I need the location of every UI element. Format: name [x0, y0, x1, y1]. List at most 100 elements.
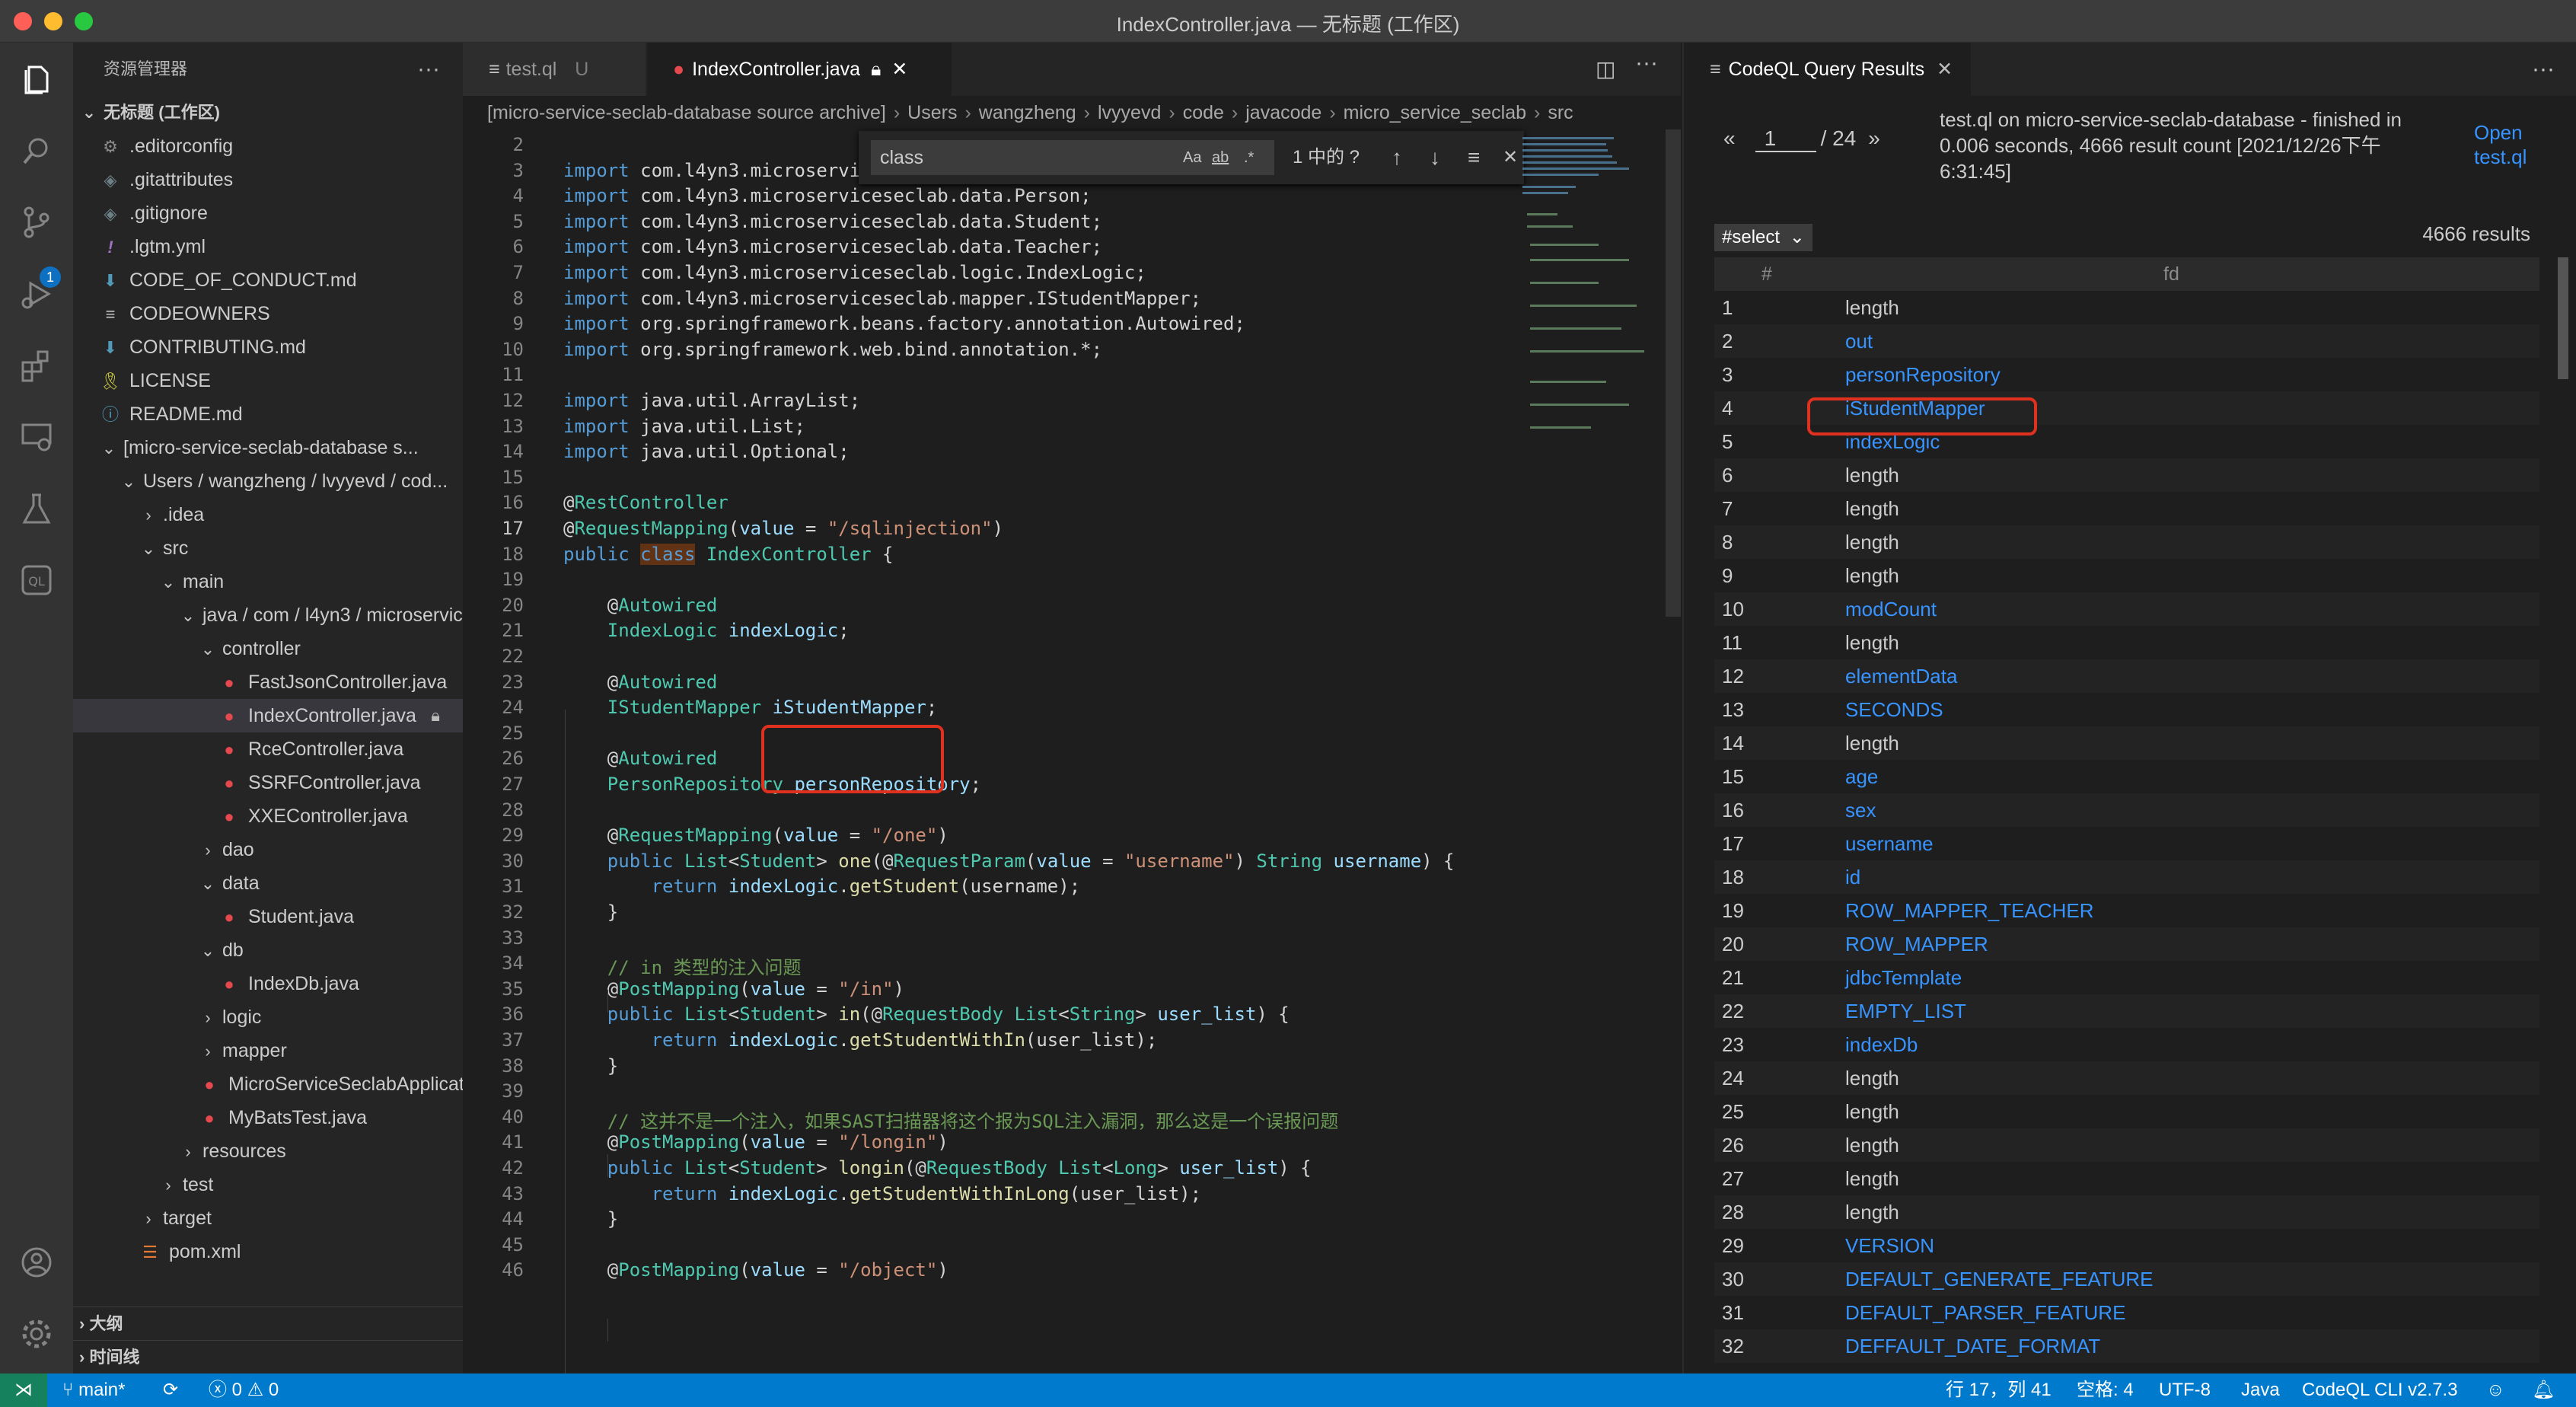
- search-icon[interactable]: [18, 132, 55, 169]
- breadcrumb-segment[interactable]: wangzheng: [979, 102, 1076, 123]
- workspace-root[interactable]: ⌄ 无标题 (工作区): [73, 96, 463, 129]
- remote-explorer-icon[interactable]: [18, 419, 55, 455]
- result-link[interactable]: EMPTY_LIST: [1845, 994, 1966, 1028]
- testing-icon[interactable]: [18, 490, 55, 527]
- tab-indexcontroller-java[interactable]: ● IndexController.java 🔒︎ ✕: [647, 43, 952, 96]
- codeql-icon[interactable]: QL: [18, 562, 55, 598]
- result-link[interactable]: indexDb: [1845, 1028, 1918, 1061]
- breadcrumb-segment[interactable]: Users: [907, 102, 957, 123]
- breadcrumb-segment[interactable]: lvyyevd: [1098, 102, 1161, 123]
- tree-folder[interactable]: ⌄ data: [73, 866, 463, 900]
- tree-file[interactable]: ● FastJsonController.java: [73, 665, 463, 699]
- previous-page-icon[interactable]: «: [1723, 126, 1736, 150]
- result-link[interactable]: id: [1845, 860, 1860, 894]
- tree-file[interactable]: ☰ pom.xml: [73, 1235, 463, 1268]
- indentation[interactable]: 空格: 4: [2077, 1374, 2134, 1407]
- next-page-icon[interactable]: »: [1868, 126, 1880, 150]
- page-input[interactable]: 1: [1755, 126, 1816, 152]
- breadcrumb-segment[interactable]: code: [1183, 102, 1224, 123]
- tree-folder[interactable]: ⌄ java / com / l4yn3 / microservic...: [73, 598, 463, 632]
- result-set-select[interactable]: #select ⌄: [1714, 224, 1812, 251]
- tree-folder[interactable]: › logic: [73, 1000, 463, 1034]
- result-link[interactable]: DEFAULT_GENERATE_FEATURE: [1845, 1262, 2154, 1296]
- tree-folder[interactable]: ⌄ Users / wangzheng / lvyyevd / cod...: [73, 464, 463, 498]
- result-link[interactable]: DEFAULT_PARSER_FEATURE: [1845, 1296, 2125, 1329]
- encoding[interactable]: UTF-8: [2159, 1374, 2211, 1407]
- tree-file[interactable]: ◈ .gitattributes: [73, 163, 463, 196]
- codeql-cli-version[interactable]: CodeQL CLI v2.7.3: [2302, 1374, 2458, 1407]
- tree-file[interactable]: ● Student.java: [73, 900, 463, 933]
- result-link[interactable]: jdbcTemplate: [1845, 961, 1962, 994]
- result-link[interactable]: elementData: [1845, 659, 1957, 693]
- outline-section[interactable]: › 大纲: [73, 1306, 463, 1340]
- tree-file[interactable]: ⚙ .editorconfig: [73, 129, 463, 163]
- results-scrollbar[interactable]: [2558, 257, 2568, 379]
- result-link[interactable]: age: [1845, 760, 1878, 793]
- accounts-icon[interactable]: [18, 1244, 55, 1281]
- tree-file[interactable]: ◈ .gitignore: [73, 196, 463, 230]
- source-control-icon[interactable]: [18, 204, 55, 241]
- tree-folder[interactable]: › test: [73, 1168, 463, 1201]
- close-tab-icon[interactable]: ✕: [891, 59, 907, 80]
- tree-file[interactable]: ≡ CODEOWNERS: [73, 297, 463, 330]
- open-query-link[interactable]: Open test.ql: [2474, 120, 2558, 169]
- tree-file[interactable]: ● XXEController.java: [73, 799, 463, 833]
- result-link[interactable]: DEFFAULT_DATE_FORMAT: [1845, 1329, 2100, 1363]
- branch-indicator[interactable]: ⑂ main*: [62, 1374, 125, 1407]
- tree-folder[interactable]: › .idea: [73, 498, 463, 531]
- editor-scrollbar[interactable]: [1666, 129, 1681, 617]
- match-case-icon[interactable]: Aa: [1183, 140, 1201, 175]
- problems-indicator[interactable]: ⓧ 0 ⚠ 0: [209, 1374, 279, 1407]
- result-link[interactable]: VERSION: [1845, 1229, 1934, 1262]
- find-in-selection-icon[interactable]: ≡: [1468, 140, 1480, 175]
- next-match-icon[interactable]: ↓: [1430, 140, 1440, 175]
- remote-indicator-icon[interactable]: ⋊: [0, 1374, 47, 1407]
- split-editor-icon[interactable]: ◫: [1596, 56, 1615, 81]
- breadcrumb-segment[interactable]: micro_service_seclab: [1344, 102, 1526, 123]
- feedback-icon[interactable]: ☺: [2486, 1374, 2505, 1407]
- result-link[interactable]: sex: [1845, 793, 1876, 827]
- result-link[interactable]: personRepository: [1845, 358, 2001, 391]
- tree-file[interactable]: ● MyBatsTest.java: [73, 1101, 463, 1134]
- breadcrumb-segment[interactable]: src: [1548, 102, 1573, 123]
- result-link[interactable]: ROW_MAPPER_TEACHER: [1845, 894, 2094, 927]
- cursor-position[interactable]: 行 17，列 41: [1946, 1374, 2052, 1407]
- close-tab-icon[interactable]: ✕: [1937, 59, 1953, 80]
- tree-file[interactable]: ● RceController.java: [73, 732, 463, 766]
- more-actions-icon[interactable]: ···: [2532, 43, 2555, 96]
- tree-file[interactable]: ! .lgtm.yml: [73, 230, 463, 263]
- tree-folder[interactable]: › resources: [73, 1134, 463, 1168]
- tree-file[interactable]: ⓘ README.md: [73, 397, 463, 431]
- breadcrumb-segment[interactable]: javacode: [1245, 102, 1321, 123]
- tree-folder[interactable]: ⌄ [micro-service-seclab-database s...: [73, 431, 463, 464]
- language-mode[interactable]: Java: [2241, 1374, 2280, 1407]
- explorer-icon[interactable]: [18, 61, 55, 97]
- tree-folder[interactable]: ⌄ main: [73, 565, 463, 598]
- tree-file[interactable]: ● SSRFController.java: [73, 766, 463, 799]
- more-actions-icon[interactable]: ···: [1635, 50, 1658, 76]
- more-actions-icon[interactable]: ···: [417, 43, 440, 96]
- minimap[interactable]: [1519, 129, 1656, 449]
- timeline-section[interactable]: › 时间线: [73, 1340, 463, 1374]
- result-link[interactable]: out: [1845, 324, 1873, 358]
- settings-gear-icon[interactable]: [18, 1316, 55, 1352]
- tree-folder[interactable]: ⌄ src: [73, 531, 463, 565]
- breadcrumb-segment[interactable]: [micro-service-seclab-database source ar…: [487, 102, 886, 123]
- previous-match-icon[interactable]: ↑: [1392, 140, 1402, 175]
- tree-file[interactable]: ● IndexController.java 🔒︎: [73, 699, 463, 732]
- tree-folder[interactable]: ⌄ controller: [73, 632, 463, 665]
- run-debug-icon[interactable]: [18, 276, 55, 312]
- use-regex-icon[interactable]: .*: [1244, 140, 1254, 175]
- tab-test-ql[interactable]: ≡ test.ql U: [463, 43, 646, 96]
- tree-folder[interactable]: › mapper: [73, 1034, 463, 1067]
- match-whole-word-icon[interactable]: ab: [1212, 140, 1229, 175]
- tree-file[interactable]: ⬇ CODE_OF_CONDUCT.md: [73, 263, 463, 297]
- tree-folder[interactable]: ⌄ db: [73, 933, 463, 967]
- result-link[interactable]: SECONDS: [1845, 693, 1943, 726]
- result-link[interactable]: ROW_MAPPER: [1845, 927, 1988, 961]
- tree-file[interactable]: ● MicroServiceSeclabApplicat...: [73, 1067, 463, 1101]
- result-link[interactable]: modCount: [1845, 592, 1937, 626]
- sync-icon[interactable]: ⟳: [163, 1374, 178, 1407]
- notifications-bell-icon[interactable]: 🔔︎: [2532, 1374, 2555, 1407]
- tree-file[interactable]: ● IndexDb.java: [73, 967, 463, 1000]
